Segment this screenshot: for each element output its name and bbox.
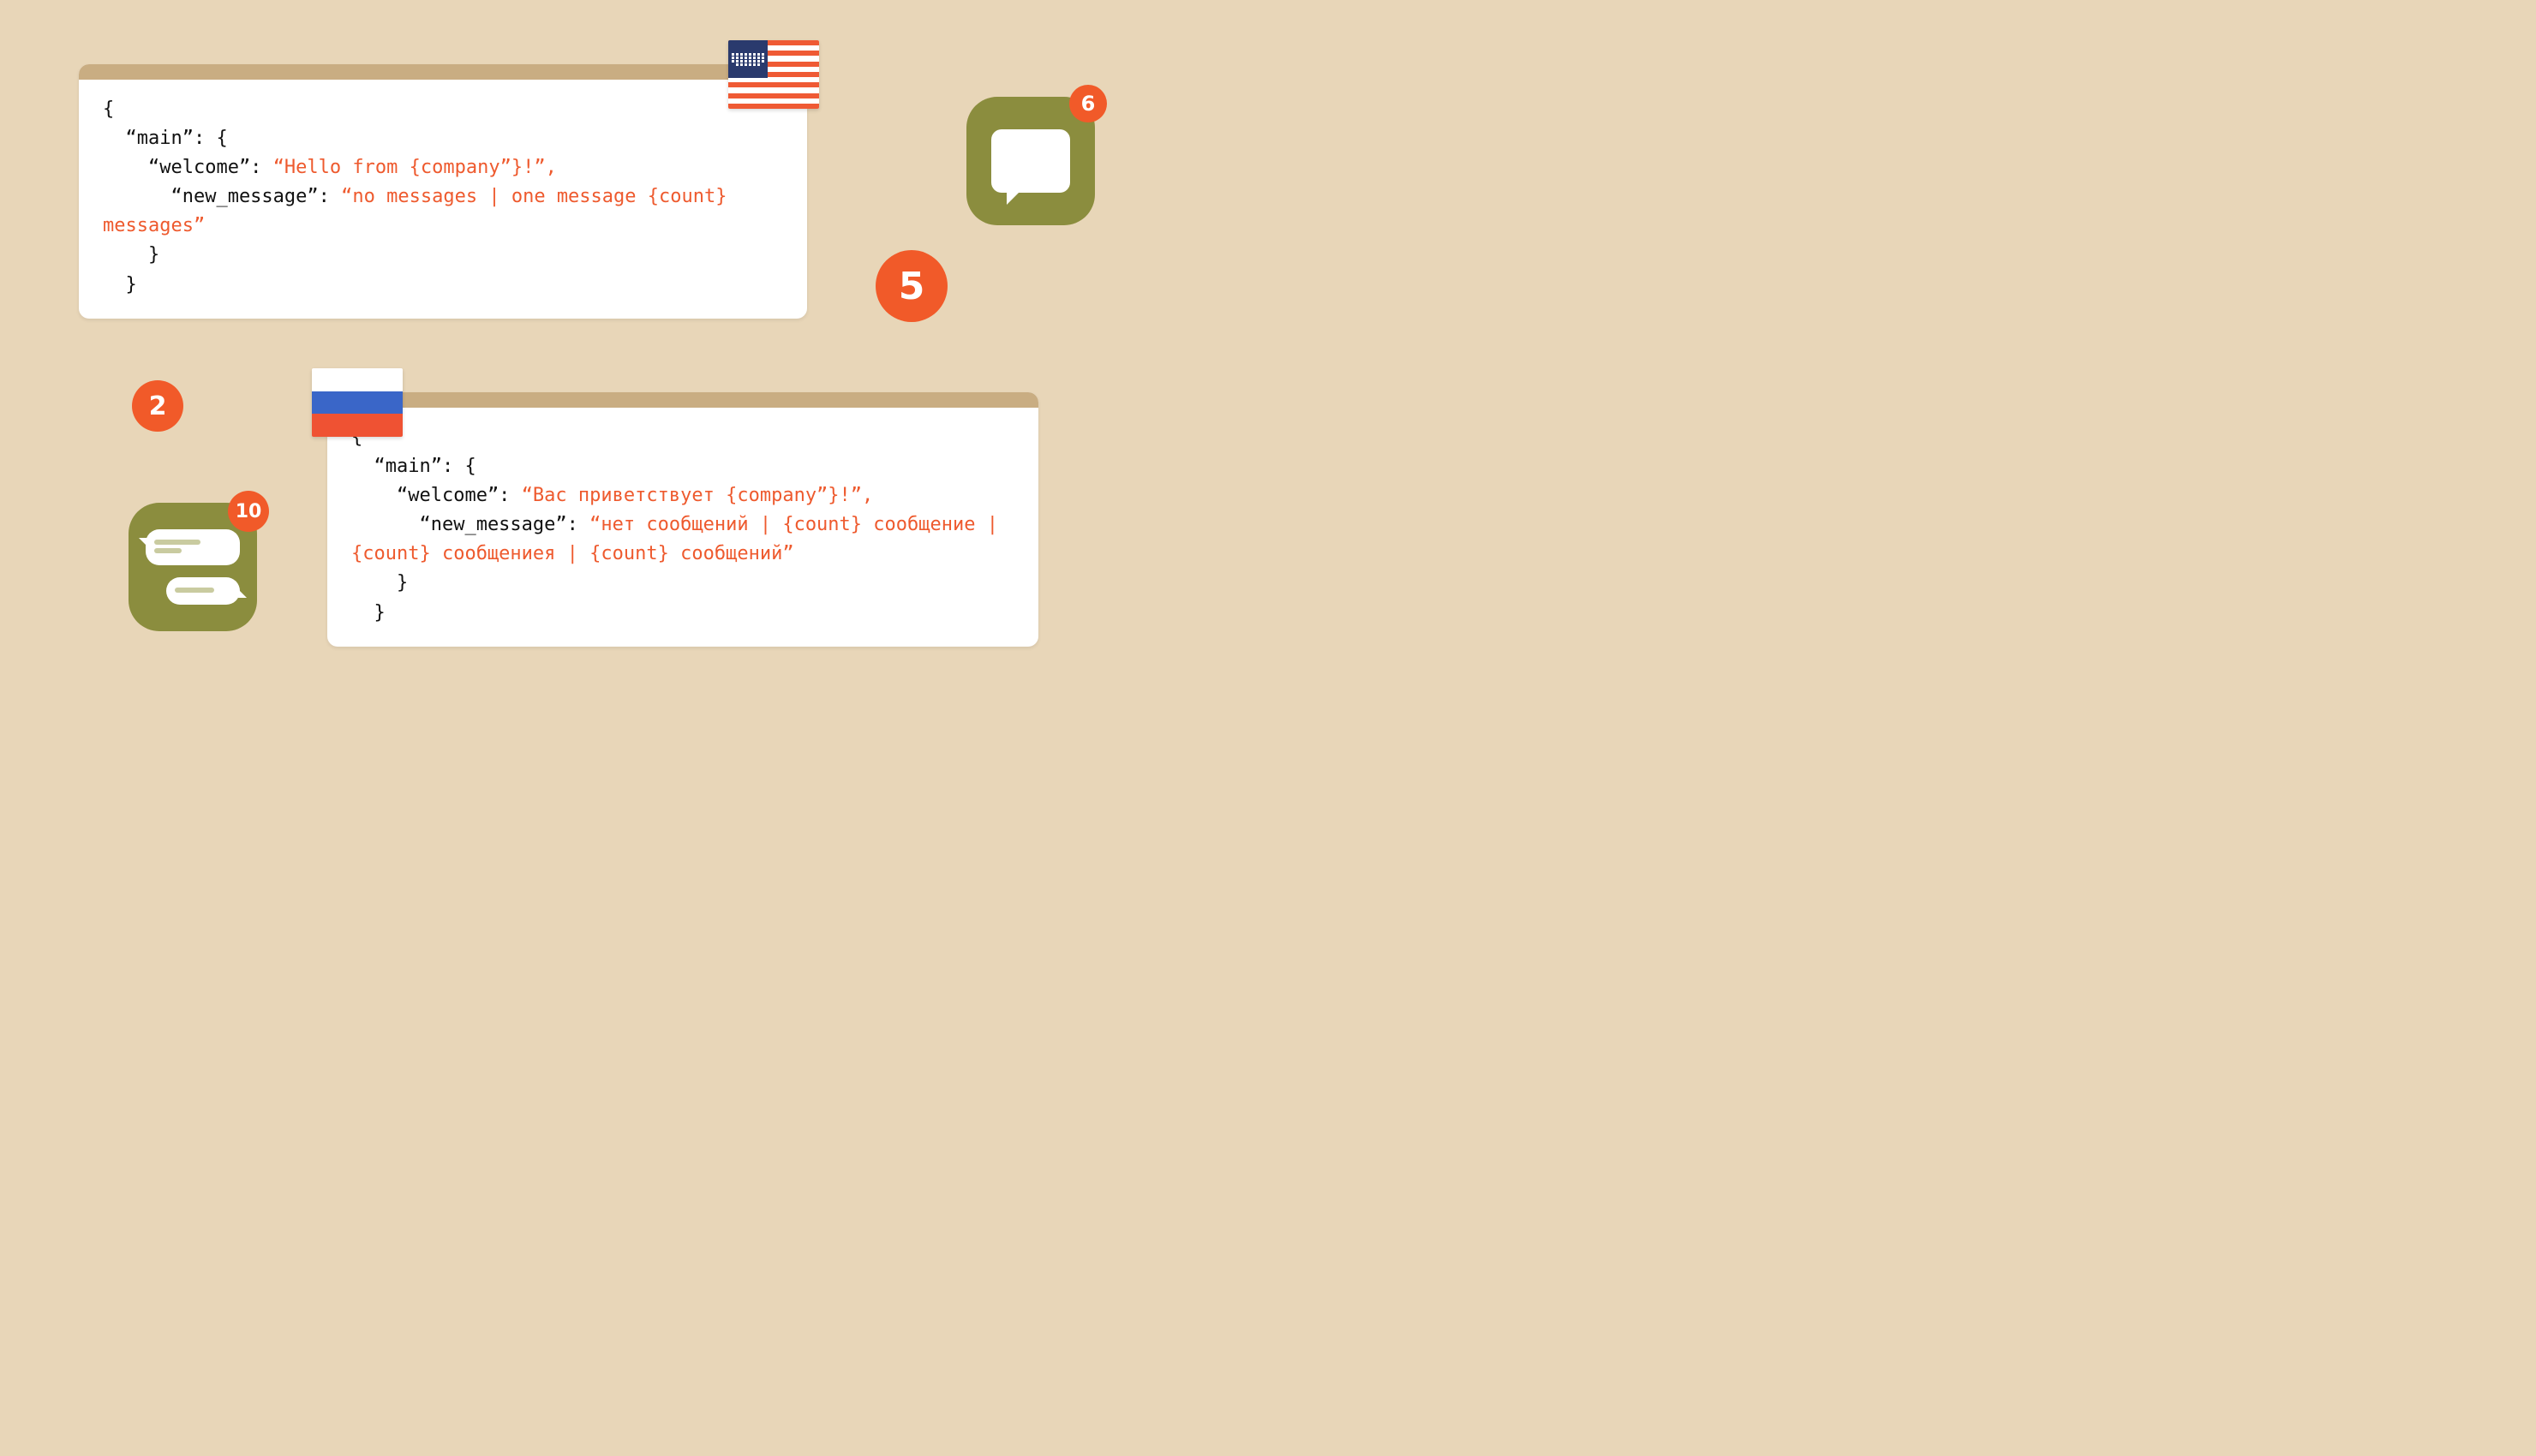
chat-app-icon: 6: [966, 97, 1095, 225]
messages-app-icon: 10: [129, 503, 257, 631]
code-string: “Вас приветствует {company”}!”,: [522, 485, 874, 506]
code-line: “main”: {: [103, 128, 228, 149]
code-line: “welcome”:: [103, 157, 273, 178]
panel-titlebar: [79, 64, 807, 80]
code-line: {: [103, 98, 114, 120]
code-string: “нет сообщений | {count} сообщение |: [589, 514, 998, 535]
speech-bubble-icon: [991, 129, 1070, 193]
code-line: }: [103, 274, 137, 295]
count-bubble-2: 2: [132, 380, 183, 432]
code-line: }: [103, 244, 159, 266]
us-flag-icon: [728, 40, 819, 109]
code-panel-en: { “main”: { “welcome”: “Hello from {comp…: [79, 64, 807, 319]
code-line: “welcome”:: [351, 485, 522, 506]
code-line: }: [351, 602, 386, 624]
code-body-ru: { “main”: { “welcome”: “Вас приветствует…: [327, 408, 1038, 647]
code-string: “no messages | one message {count}: [341, 186, 727, 207]
notification-badge: 10: [228, 491, 269, 532]
panel-titlebar: [327, 392, 1038, 408]
count-bubble-5: 5: [876, 250, 948, 322]
chat-bubbles-icon: [146, 529, 240, 605]
code-line: }: [351, 572, 408, 594]
code-string: messages”: [103, 215, 205, 236]
code-line: “new_message”:: [103, 186, 341, 207]
code-body-en: { “main”: { “welcome”: “Hello from {comp…: [79, 80, 807, 319]
code-string: {count} сообщениея | {count} сообщений”: [351, 543, 794, 564]
code-string: “Hello from {company”}!”,: [273, 157, 557, 178]
code-panel-ru: { “main”: { “welcome”: “Вас приветствует…: [327, 392, 1038, 647]
code-line: “new_message”:: [351, 514, 589, 535]
code-line: “main”: {: [351, 456, 476, 477]
ru-flag-icon: [312, 368, 403, 437]
notification-badge: 6: [1069, 85, 1107, 122]
